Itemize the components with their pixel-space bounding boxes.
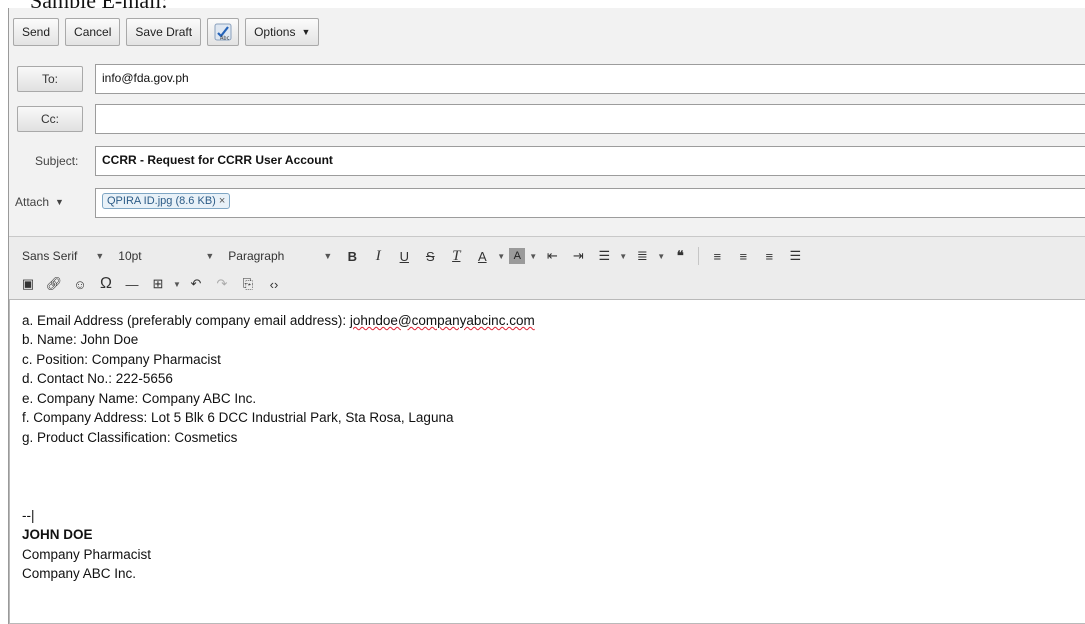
signature-name: JOHN DOE (22, 527, 93, 542)
numbered-list-icon[interactable]: ≣ (631, 245, 653, 267)
align-justify-icon[interactable]: ☰ (784, 245, 806, 267)
underline-icon[interactable]: U (393, 245, 415, 267)
toolbar-separator (698, 247, 700, 265)
text-color-icon[interactable]: A (471, 245, 493, 267)
blockquote-icon[interactable]: ❝ (669, 245, 691, 267)
spellcheck-button[interactable]: Abc (207, 18, 240, 46)
align-left-icon[interactable]: ≡ (706, 245, 728, 267)
subject-row: Subject: CCRR - Request for CCRR User Ac… (13, 146, 1085, 176)
body-line-d: d. Contact No.: 222-5656 (22, 371, 173, 386)
attachment-chip[interactable]: QPIRA ID.jpg (8.6 KB) × (102, 193, 231, 209)
body-line-a: a. Email Address (preferably company ema… (22, 313, 535, 328)
close-icon[interactable]: × (219, 195, 225, 207)
align-right-icon[interactable]: ≡ (758, 245, 780, 267)
to-button[interactable]: To: (17, 66, 83, 92)
body-line-b: b. Name: John Doe (22, 332, 139, 347)
block-format-value: Paragraph (228, 249, 285, 263)
bold-icon[interactable]: B (341, 245, 363, 267)
chevron-down-icon: ▼ (323, 251, 333, 261)
subject-label: Subject: (35, 154, 79, 168)
clear-formatting-icon[interactable]: T (445, 245, 467, 267)
table-icon[interactable]: ⊞ (147, 273, 169, 295)
editor-toolbar: Sans Serif ▼ 10pt ▼ Paragraph ▼ B I U S T A… (9, 236, 1085, 300)
attachment-field: QPIRA ID.jpg (8.6 KB) × (95, 188, 1085, 218)
options-button[interactable]: Options ▼ (245, 18, 320, 46)
body-line-c: c. Position: Company Pharmacist (22, 352, 221, 367)
attach-dropdown[interactable]: Attach ▼ (15, 195, 64, 209)
signature-position: Company Pharmacist (22, 547, 152, 562)
chevron-down-icon[interactable]: ▼ (497, 252, 505, 261)
italic-icon[interactable]: I (367, 245, 389, 267)
signature-separator: --| (22, 508, 35, 523)
background-color-icon[interactable]: A (509, 248, 526, 264)
chevron-down-icon[interactable]: ▼ (619, 252, 627, 261)
cc-row: Cc: (13, 104, 1085, 134)
special-character-icon[interactable]: Ω (95, 273, 117, 295)
to-row: To: info@fda.gov.ph (13, 64, 1085, 94)
insert-link-icon[interactable]: 🔗︎ (43, 273, 65, 295)
horizontal-rule-icon[interactable]: — (121, 273, 143, 295)
attachment-name: QPIRA ID.jpg (8.6 KB) (107, 195, 216, 207)
chevron-down-icon: ▼ (301, 27, 311, 37)
editor-toolbar-row-1: Sans Serif ▼ 10pt ▼ Paragraph ▼ B I U S T A… (17, 243, 806, 269)
options-label: Options (254, 25, 296, 39)
outdent-icon[interactable]: ⇤ (541, 245, 563, 267)
cancel-button[interactable]: Cancel (65, 18, 121, 46)
bullet-list-icon[interactable]: ☰ (593, 245, 615, 267)
emoticon-icon[interactable]: ☺ (69, 273, 91, 295)
signature-company: Company ABC Inc. (22, 566, 137, 581)
compose-window: Send Cancel Save Draft Abc Options ▼ To:… (8, 8, 1085, 624)
undo-icon[interactable]: ↶ (185, 273, 207, 295)
body-line-a-label: a. Email Address (preferably company ema… (22, 313, 350, 328)
indent-icon[interactable]: ⇥ (567, 245, 589, 267)
editor-toolbar-row-2: ▣ 🔗︎ ☺ Ω — ⊞ ▼ ↶ ↷ ⎘ ‹› (17, 271, 285, 297)
body-line-g: g. Product Classification: Cosmetics (22, 430, 238, 445)
email-value: johndoe@companyabcinc.com (349, 313, 535, 328)
save-draft-button[interactable]: Save Draft (126, 18, 202, 46)
font-family-select[interactable]: Sans Serif ▼ (17, 244, 109, 268)
chevron-down-icon: ▼ (55, 197, 64, 207)
cc-field[interactable] (95, 104, 1085, 134)
redo-icon[interactable]: ↷ (211, 273, 233, 295)
paste-icon[interactable]: ⎘ (237, 273, 259, 295)
align-center-icon[interactable]: ≡ (732, 245, 754, 267)
body-line-e: e. Company Name: Company ABC Inc. (22, 391, 257, 406)
attach-row: Attach ▼ QPIRA ID.jpg (8.6 KB) × (13, 188, 1085, 218)
block-format-select[interactable]: Paragraph ▼ (223, 244, 337, 268)
chevron-down-icon: ▼ (95, 251, 105, 261)
font-family-value: Sans Serif (22, 249, 78, 263)
svg-text:Abc: Abc (220, 36, 230, 42)
subject-field[interactable]: CCRR - Request for CCRR User Account (95, 146, 1085, 176)
chevron-down-icon[interactable]: ▼ (657, 252, 665, 261)
spellcheck-icon: Abc (214, 23, 232, 41)
send-button[interactable]: Send (13, 18, 60, 46)
chevron-down-icon[interactable]: ▼ (529, 252, 537, 261)
cc-button[interactable]: Cc: (17, 106, 83, 132)
attach-label: Attach (15, 195, 50, 209)
font-size-value: 10pt (118, 249, 142, 263)
chevron-down-icon: ▼ (205, 251, 215, 261)
message-body-editor[interactable]: a. Email Address (preferably company ema… (9, 299, 1085, 624)
to-field[interactable]: info@fda.gov.ph (95, 64, 1085, 94)
strikethrough-icon[interactable]: S (419, 245, 441, 267)
chevron-down-icon[interactable]: ▼ (173, 280, 181, 289)
source-code-icon[interactable]: ‹› (263, 273, 285, 295)
font-size-select[interactable]: 10pt ▼ (113, 244, 219, 268)
body-line-f: f. Company Address: Lot 5 Blk 6 DCC Indu… (22, 410, 454, 425)
compose-toolbar: Send Cancel Save Draft Abc Options ▼ (13, 14, 320, 50)
insert-image-icon[interactable]: ▣ (17, 273, 39, 295)
